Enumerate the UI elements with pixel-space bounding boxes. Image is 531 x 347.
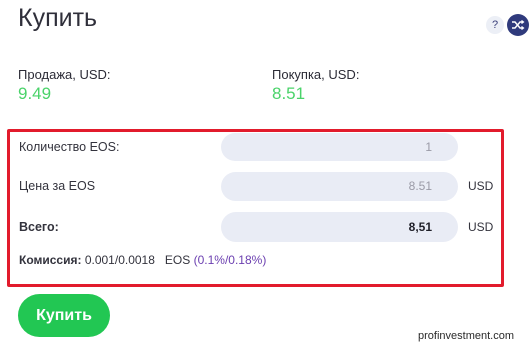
- watermark-text: profinvestment.com: [418, 330, 514, 342]
- buy-price-label: Покупка, USD:: [272, 67, 360, 82]
- quantity-input[interactable]: 1: [221, 133, 458, 161]
- quantity-label: Количество EOS:: [19, 140, 120, 154]
- commission-currency: EOS: [164, 253, 191, 267]
- help-icon: ?: [491, 19, 499, 31]
- shuffle-button[interactable]: [507, 14, 529, 36]
- shuffle-icon: [512, 20, 525, 30]
- total-input[interactable]: 8,51: [221, 212, 458, 242]
- price-unit-label: USD: [468, 179, 494, 193]
- commission-percent: (0.1%/0.18%): [193, 253, 267, 267]
- price-per-eos-input[interactable]: 8.51: [221, 172, 458, 201]
- total-label: Всего:: [19, 220, 59, 234]
- commission-value: 0.001/0.0018: [84, 253, 155, 267]
- total-unit-label: USD: [468, 220, 494, 234]
- commission-label: Комиссия:: [19, 253, 82, 267]
- help-button[interactable]: ?: [486, 16, 504, 34]
- buy-button[interactable]: Купить: [18, 294, 110, 337]
- buy-price-value: 8.51: [272, 84, 306, 103]
- sell-price-value: 9.49: [18, 84, 52, 103]
- sell-price-label: Продажа, USD:: [18, 67, 111, 82]
- price-per-eos-label: Цена за EOS: [19, 179, 96, 193]
- page-title: Купить: [18, 4, 98, 32]
- commission-line: Комиссия: 0.001/0.0018 EOS (0.1%/0.18%): [19, 253, 266, 267]
